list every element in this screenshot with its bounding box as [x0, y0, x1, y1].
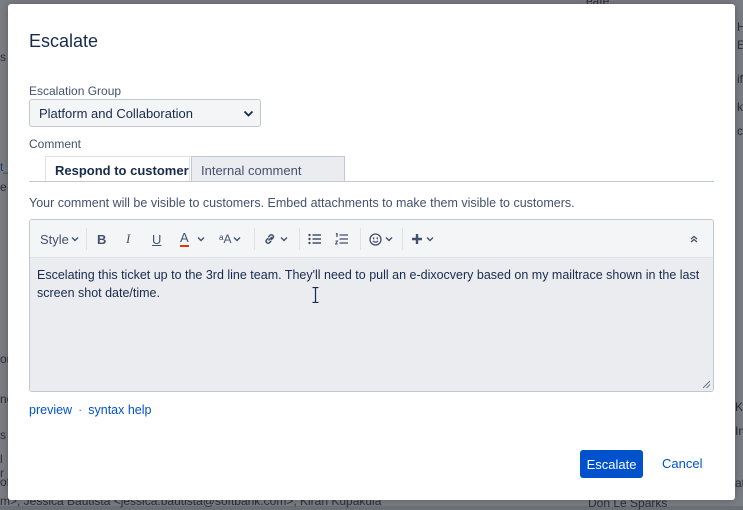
escalate-button[interactable]: Escalate: [580, 450, 643, 478]
collapse-toolbar-button[interactable]: [689, 230, 699, 248]
insert-more-dropdown[interactable]: [411, 230, 434, 248]
emoji-icon: [369, 232, 382, 246]
bg-text: cs: [737, 124, 743, 138]
bold-button[interactable]: B: [97, 230, 106, 248]
syntax-help-link[interactable]: syntax help: [88, 403, 151, 417]
text-cursor-icon: [312, 287, 319, 303]
escalate-dialog: Escalate Escalation Group Platform and C…: [8, 4, 735, 500]
comment-editor: Style B I U A ᵃA Escelating this ticket …: [29, 219, 714, 392]
emoji-dropdown[interactable]: [369, 230, 393, 248]
tab-respond-to-customer[interactable]: Respond to customer: [45, 156, 190, 182]
link-icon: [265, 234, 275, 244]
bg-text: s: [0, 428, 6, 442]
toolbar-divider: [402, 228, 403, 250]
bg-text: Inc: [735, 424, 743, 438]
escalation-group-value: Platform and Collaboration: [39, 106, 193, 121]
chevron-down-icon: [385, 237, 393, 242]
escalation-group-select[interactable]: Platform and Collaboration: [29, 99, 261, 127]
dialog-title: Escalate: [29, 31, 99, 51]
chevron-double-up-icon: [690, 235, 698, 243]
toolbar-divider: [86, 228, 87, 250]
bg-text: Ho: [737, 20, 743, 34]
text-size-icon: ᵃA: [219, 232, 232, 246]
bg-text: ifi: [737, 72, 743, 86]
link-separator: ·: [78, 403, 83, 417]
bg-text: K: [735, 400, 743, 414]
bg-text: Es: [737, 38, 743, 52]
comment-textarea[interactable]: Escelating this ticket up to the 3rd lin…: [30, 258, 713, 391]
visibility-note: Your comment will be visible to customer…: [29, 196, 575, 210]
preview-link[interactable]: preview: [29, 403, 72, 417]
link-dropdown[interactable]: [263, 230, 288, 248]
numbered-list-icon: [335, 233, 348, 245]
text-color-dropdown[interactable]: A: [180, 230, 205, 248]
toolbar-divider: [254, 228, 255, 250]
chevron-down-icon: [71, 237, 79, 242]
resize-handle-icon[interactable]: [702, 380, 711, 389]
chevron-down-icon: [280, 237, 288, 242]
text-color-icon: A: [180, 230, 189, 247]
toolbar-divider: [299, 228, 300, 250]
italic-button[interactable]: I: [126, 230, 130, 248]
plus-icon: [412, 234, 422, 244]
comment-label: Comment: [29, 137, 82, 151]
chevron-down-icon: [197, 237, 205, 242]
cancel-button[interactable]: Cancel: [662, 450, 702, 478]
text-size-dropdown[interactable]: ᵃA: [219, 230, 241, 248]
tab-divider: [29, 181, 714, 182]
editor-links: preview · syntax help: [29, 403, 151, 417]
bullet-list-button[interactable]: [308, 230, 322, 248]
editor-toolbar: Style B I U A ᵃA: [30, 220, 713, 258]
bg-text: ate: [735, 476, 743, 490]
chevron-down-icon: [233, 237, 241, 242]
chevron-down-icon: [243, 110, 254, 117]
style-dropdown[interactable]: Style: [40, 230, 79, 248]
underline-button[interactable]: U: [152, 230, 161, 248]
tab-internal-comment[interactable]: Internal comment: [191, 156, 345, 182]
bg-text: e: [0, 180, 7, 194]
chevron-down-icon: [426, 237, 434, 242]
toolbar-divider: [360, 228, 361, 250]
bg-text: ki: [737, 100, 743, 114]
bullet-list-icon: [308, 233, 321, 245]
escalation-group-label: Escalation Group: [29, 84, 122, 98]
style-label: Style: [40, 231, 69, 247]
bg-text: l: [0, 452, 3, 466]
numbered-list-button[interactable]: [335, 230, 349, 248]
